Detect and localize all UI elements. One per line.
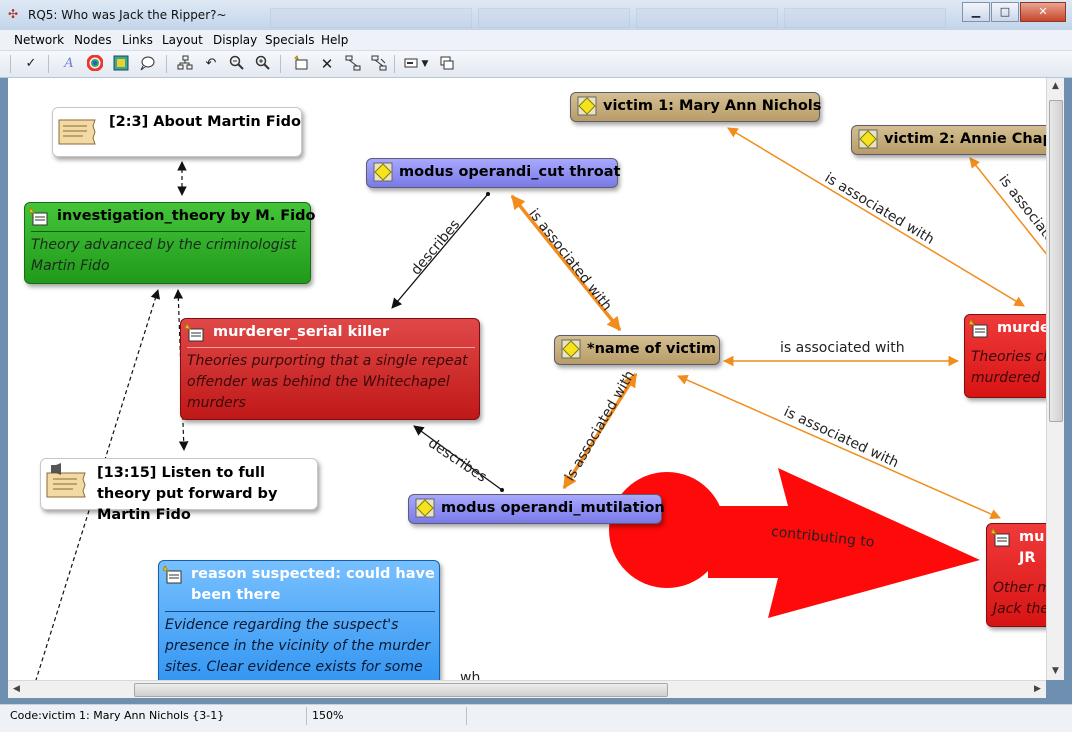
code-icon: [968, 318, 989, 339]
window-title: RQ5: Who was Jack the Ripper?~: [28, 8, 227, 22]
node-label: modus operandi_mutilation: [441, 500, 665, 516]
memo-icon: [57, 116, 97, 148]
diamond-code-icon: [577, 96, 597, 116]
node-label: modus operandi_cut throat: [399, 164, 621, 180]
scroll-down-icon[interactable]: ▼: [1047, 663, 1064, 680]
node-comment-line: Theories cl: [971, 349, 1046, 365]
node-comment: Evidence regarding the suspect's presenc…: [165, 617, 431, 675]
node-comment: Theory advanced by the criminologist Mar…: [31, 237, 297, 274]
menu-layout[interactable]: Layout: [162, 33, 203, 47]
horizontal-scrollbar[interactable]: ◀ ▶: [8, 680, 1046, 698]
node-label: [2:3] About Martin Fido: [109, 114, 301, 130]
code-node-investigation-theory[interactable]: investigation_theory by M. Fido Theory a…: [24, 202, 316, 284]
code-node-modus-mutilation[interactable]: modus operandi_mutilation: [408, 494, 665, 524]
code-node-jr[interactable]: mu JR Other m Jack the: [986, 523, 1046, 627]
new-node-icon[interactable]: [292, 55, 310, 73]
code-node-modus-cut-throat[interactable]: modus operandi_cut throat: [366, 158, 621, 188]
status-zoom: 150%: [312, 709, 344, 722]
node-label: murde: [997, 320, 1046, 336]
audio-memo-icon: [45, 463, 89, 503]
vertical-scrollbar[interactable]: ▲ ▼: [1046, 78, 1064, 680]
link-icon[interactable]: [344, 55, 362, 73]
node-comment-line: Other m: [993, 580, 1046, 596]
code-icon: [162, 564, 183, 585]
check-icon[interactable]: ✓: [22, 55, 40, 73]
node-comment-line: murdered: [971, 370, 1041, 386]
comment-icon[interactable]: [138, 55, 156, 73]
menu-display[interactable]: Display: [213, 33, 257, 47]
node-label: reason suspected: could have been there: [191, 566, 435, 603]
code-icon: [990, 527, 1011, 548]
vertical-scroll-thumb[interactable]: [1049, 100, 1063, 422]
color-wheel-icon[interactable]: [86, 54, 104, 73]
app-icon: ✣: [8, 7, 19, 21]
diamond-code-icon: [373, 162, 393, 182]
node-label: JR: [1019, 550, 1036, 566]
window-controls: ▁ □ ✕: [961, 2, 1066, 22]
scroll-right-icon[interactable]: ▶: [1029, 681, 1046, 698]
code-node-murderer-right[interactable]: murde Theories cl murdered: [964, 314, 1046, 398]
display-icon[interactable]: [402, 55, 420, 73]
memo-node-about-martin-fido[interactable]: [2:3] About Martin Fido: [52, 107, 302, 157]
code-node-murderer-serial-killer[interactable]: murderer_serial killer Theories purporti…: [180, 318, 480, 420]
node-label: investigation_theory by M. Fido: [57, 208, 316, 224]
close-button[interactable]: ✕: [1020, 2, 1066, 22]
zoom-out-icon[interactable]: [228, 55, 246, 73]
code-node-victim-1[interactable]: victim 1: Mary Ann Nichols: [570, 92, 822, 122]
dropdown-icon[interactable]: ▼: [420, 55, 430, 73]
unlink-icon[interactable]: [370, 55, 388, 73]
scroll-left-icon[interactable]: ◀: [8, 681, 25, 698]
diamond-code-icon: [561, 339, 581, 359]
diamond-code-icon: [415, 498, 435, 518]
delete-icon[interactable]: ✕: [318, 55, 336, 73]
node-label: murderer_serial killer: [213, 324, 390, 340]
layout-tree-icon[interactable]: [176, 55, 194, 73]
code-node-name-of-victim[interactable]: *name of victim: [554, 335, 720, 365]
network-canvas[interactable]: describes describes is associated with i…: [8, 78, 1046, 680]
menu-network[interactable]: Network: [14, 33, 64, 47]
node-label: victim 1: Mary Ann Nichols: [603, 98, 822, 114]
minimize-button[interactable]: ▁: [962, 2, 990, 22]
menu-bar: Network Nodes Links Layout Display Speci…: [0, 30, 1072, 51]
status-bar: Code:victim 1: Mary Ann Nichols {3-1} 15…: [0, 704, 1072, 732]
link-label-partial: wh: [460, 670, 481, 680]
node-label: *name of victim: [587, 341, 717, 357]
menu-nodes[interactable]: Nodes: [74, 33, 112, 47]
menu-help[interactable]: Help: [321, 33, 348, 47]
image-icon[interactable]: [112, 55, 130, 73]
diamond-code-icon: [858, 129, 878, 149]
zoom-in-icon[interactable]: [254, 55, 272, 73]
code-icon: [28, 206, 49, 227]
undo-icon[interactable]: ↶: [202, 55, 220, 73]
status-code: Code:victim 1: Mary Ann Nichols {3-1}: [10, 709, 225, 722]
font-icon[interactable]: A: [60, 55, 78, 73]
contributing-arrow: [609, 468, 980, 618]
menu-specials[interactable]: Specials: [265, 33, 315, 47]
code-icon: [184, 322, 205, 343]
code-node-reason-suspected[interactable]: reason suspected: could have been there …: [158, 560, 440, 680]
node-comment: Theories purporting that a single repeat…: [187, 353, 468, 411]
windows-icon[interactable]: [438, 55, 456, 73]
background-windows: [270, 8, 950, 28]
memo-node-listen-full-theory[interactable]: [13:15] Listen to full theory put forwar…: [40, 458, 318, 523]
link-label-associated: is associated with: [780, 340, 905, 356]
node-label: victim 2: Annie Chapr: [884, 131, 1046, 147]
menu-links[interactable]: Links: [122, 33, 153, 47]
node-label: [13:15] Listen to full theory put forwar…: [97, 465, 278, 523]
node-comment-line: Jack the: [993, 601, 1046, 617]
title-bar: ✣ RQ5: Who was Jack the Ripper?~ ▁ □ ✕: [0, 0, 1072, 31]
toolbar: ✓ A ↶ ✕ ▼: [0, 51, 1072, 78]
maximize-button[interactable]: □: [991, 2, 1019, 22]
node-label: mu: [1019, 529, 1045, 545]
horizontal-scroll-thumb[interactable]: [134, 683, 668, 697]
scroll-up-icon[interactable]: ▲: [1047, 78, 1064, 95]
code-node-victim-2[interactable]: victim 2: Annie Chapr: [851, 125, 1046, 155]
